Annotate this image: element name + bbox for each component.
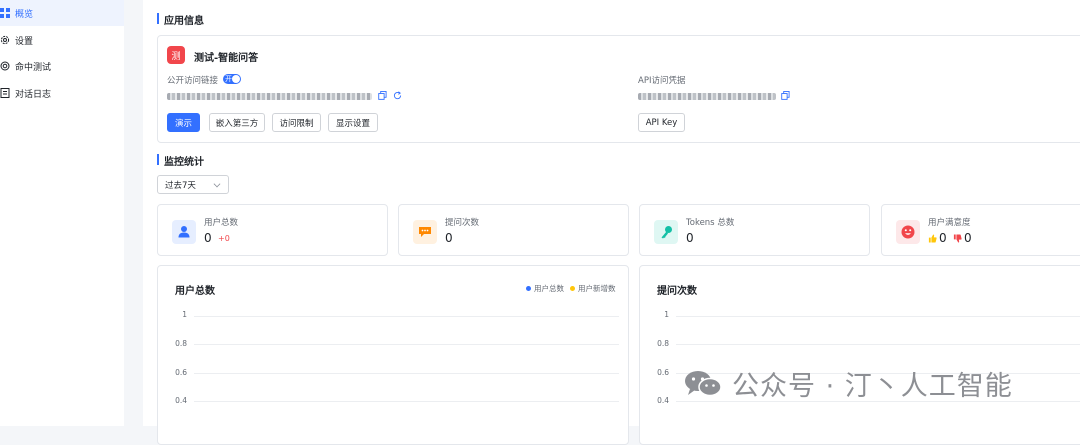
y-tick-label: 1 (664, 310, 669, 319)
refresh-icon[interactable] (393, 91, 402, 100)
gridline (194, 344, 619, 345)
api-credentials-value (638, 93, 776, 100)
key-icon (654, 220, 678, 244)
stat-card-satisfaction: 用户满意度 0 0 (881, 204, 1080, 256)
access-limit-button[interactable]: 访问限制 (272, 113, 321, 132)
chart-title: 提问次数 (657, 286, 697, 297)
toggle-knob (232, 75, 240, 83)
stat-label: Tokens 总数 (686, 218, 735, 228)
display-settings-button[interactable]: 显示设置 (328, 113, 378, 132)
target-icon (0, 61, 10, 71)
api-key-button[interactable]: API Key (638, 113, 685, 132)
app-name: 测试-智能问答 (194, 53, 259, 64)
stat-label: 用户总数 (204, 218, 239, 228)
y-tick-label: 0.6 (657, 368, 669, 377)
gridline (676, 316, 1080, 317)
stat-delta: +0 (218, 234, 230, 243)
sidebar-item-label: 命中测试 (15, 62, 52, 73)
gridline (194, 316, 619, 317)
section-accent (157, 154, 159, 165)
grid-icon (0, 8, 10, 18)
stat-value: 0 (445, 231, 453, 245)
message-icon (413, 220, 437, 244)
watermark-text: 公众号 · 汀丶人工智能 (732, 371, 1013, 402)
section-title-app-info: 应用信息 (164, 16, 204, 27)
legend-swatch-users (526, 286, 531, 291)
sidebar-item-label: 设置 (15, 36, 34, 47)
sidebar-item-label: 对话日志 (15, 89, 52, 100)
thumbs-up-icon (928, 234, 937, 243)
copy-icon[interactable] (378, 91, 387, 100)
sidebar: 概览 设置 命中测试 对话日志 (0, 0, 124, 426)
sidebar-item-chat-log[interactable]: 对话日志 (0, 80, 124, 106)
y-tick-label: 0.8 (657, 339, 669, 348)
y-tick-label: 0.4 (175, 396, 187, 405)
app-info-card: 测 测试-智能问答 公开访问链接 开 API访问凭据 演示 嵌入第三方 访问限制… (157, 35, 1080, 143)
app-avatar: 测 (167, 46, 185, 64)
smile-icon (896, 220, 920, 244)
time-range-select[interactable]: 过去7天 (157, 175, 229, 194)
public-link-label: 公开访问链接 (167, 76, 219, 86)
toggle-label: 开 (225, 75, 232, 83)
chart-title: 用户总数 (175, 286, 215, 297)
chart-legend[interactable]: 用户总数 用户新增数 (526, 283, 616, 294)
stat-label: 用户满意度 (928, 218, 971, 228)
sidebar-item-label: 概览 (15, 9, 34, 20)
gridline (676, 344, 1080, 345)
section-title-monitor: 监控统计 (164, 157, 204, 168)
stat-card-tokens: Tokens 总数 0 (639, 204, 870, 256)
stat-card-users: 用户总数 0 +0 (157, 204, 388, 256)
sidebar-item-settings[interactable]: 设置 (0, 27, 124, 53)
gridline (194, 373, 619, 374)
stat-value: 0 (686, 231, 694, 245)
legend-swatch-new-users (570, 286, 575, 291)
chart-card-questions: 提问次数 1 0.8 0.6 0.4 (639, 265, 1080, 445)
gridline (194, 401, 619, 402)
thumbs-down-icon (953, 234, 962, 243)
chart-card-users: 用户总数 用户总数 用户新增数 1 0.8 0.6 0.4 (157, 265, 629, 445)
wechat-icon (685, 370, 722, 396)
chevron-down-icon (213, 180, 221, 188)
dislike-count: 0 (964, 231, 972, 245)
y-tick-label: 1 (182, 310, 187, 319)
public-link-toggle[interactable]: 开 (223, 74, 241, 84)
gear-icon (0, 35, 10, 45)
public-link-url (167, 93, 372, 100)
y-tick-label: 0.6 (175, 368, 187, 377)
api-credentials-label: API访问凭据 (638, 76, 686, 86)
legend-label: 用户新增数 (578, 284, 616, 293)
document-icon (0, 88, 10, 98)
y-tick-label: 0.8 (175, 339, 187, 348)
copy-icon[interactable] (781, 91, 790, 100)
sidebar-item-overview[interactable]: 概览 (0, 0, 124, 26)
sidebar-item-hit-test[interactable]: 命中测试 (0, 53, 124, 79)
section-accent (157, 13, 159, 24)
time-range-value: 过去7天 (165, 180, 196, 191)
y-tick-label: 0.4 (657, 396, 669, 405)
stat-card-questions: 提问次数 0 (398, 204, 629, 256)
stat-value: 0 (204, 231, 212, 245)
stat-label: 提问次数 (445, 218, 480, 228)
like-count: 0 (939, 231, 947, 245)
demo-button[interactable]: 演示 (167, 113, 200, 132)
legend-label: 用户总数 (534, 284, 564, 293)
watermark: 公众号 · 汀丶人工智能 (684, 364, 1013, 403)
user-icon (172, 220, 196, 244)
embed-third-party-button[interactable]: 嵌入第三方 (209, 113, 265, 132)
